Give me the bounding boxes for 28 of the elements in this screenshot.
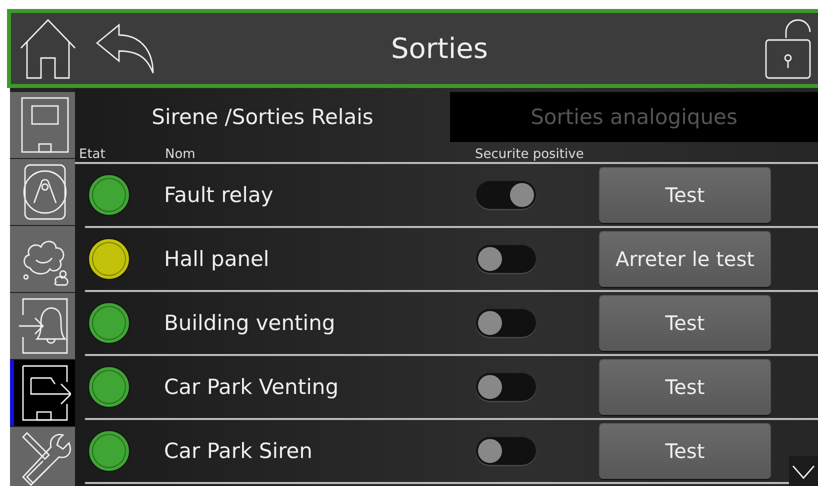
screen-title: Sorties [390,32,489,65]
panel-icon [20,96,70,154]
tab[interactable]: Sorties analogiques [450,92,818,142]
toggle-switch[interactable] [476,437,536,465]
unlocked-padlock-icon[interactable] [764,18,812,80]
test-button[interactable]: Test [599,423,771,479]
test-button[interactable]: Test [599,359,771,415]
output-name: Car Park Venting [164,375,340,399]
toggle-switch[interactable] [476,373,536,401]
output-name: Hall panel [164,247,270,271]
toggle-switch[interactable] [476,181,536,209]
output-name: Fault relay [164,183,274,207]
test-button[interactable]: Test [599,167,771,223]
scroll-down-icon[interactable] [789,456,818,486]
output-name: Building venting [164,311,336,335]
bell-input-icon [18,297,70,355]
column-header: Nom [165,147,196,162]
test-button[interactable]: Test [599,295,771,351]
tab[interactable]: Sirene /Sorties Relais [75,92,450,142]
test-button[interactable]: Arreter le test [599,231,771,287]
column-header: Securite positive [475,147,585,162]
home-icon[interactable] [19,18,77,80]
toggle-switch[interactable] [476,245,536,273]
output-name: Car Park Siren [164,439,314,463]
column-header: Etat [78,147,106,162]
back-arrow-icon[interactable] [95,22,155,74]
toggle-switch[interactable] [476,309,536,337]
sidebar-item[interactable] [10,360,75,426]
